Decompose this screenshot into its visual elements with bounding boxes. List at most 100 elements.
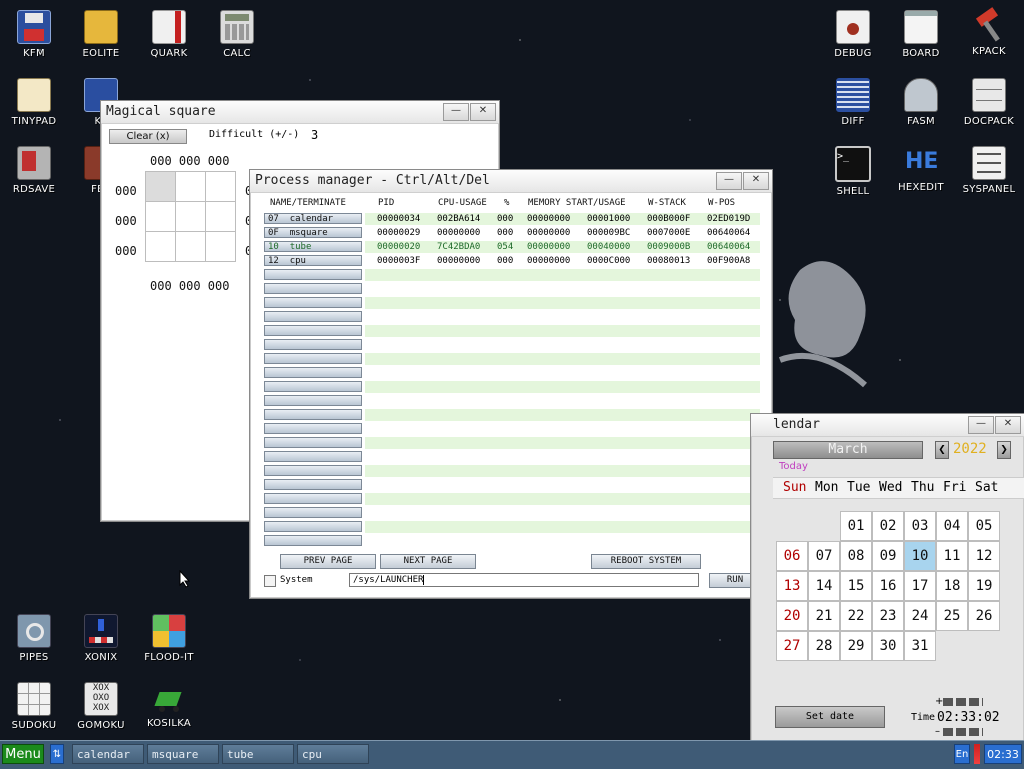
day-cell[interactable]: 08 xyxy=(840,541,872,571)
day-cell[interactable]: 06 xyxy=(776,541,808,571)
day-cell[interactable]: 25 xyxy=(936,601,968,631)
day-cell[interactable]: 26 xyxy=(968,601,1000,631)
close-button[interactable]: ✕ xyxy=(743,172,769,190)
prev-page-button[interactable]: PREV PAGE xyxy=(280,554,376,569)
empty-slot-button[interactable] xyxy=(264,493,362,504)
day-cell[interactable]: 05 xyxy=(968,511,1000,541)
day-cell[interactable]: 22 xyxy=(840,601,872,631)
xonix-icon[interactable]: XONIX xyxy=(69,614,133,663)
minimize-button[interactable]: — xyxy=(716,172,742,190)
empty-slot-button[interactable] xyxy=(264,465,362,476)
time-spinner-down[interactable] xyxy=(943,728,983,736)
day-cell[interactable]: 12 xyxy=(968,541,1000,571)
terminate-process-button[interactable]: 07 calendar xyxy=(264,213,362,224)
pipes-icon[interactable]: PIPES xyxy=(2,614,66,663)
empty-slot-button[interactable] xyxy=(264,325,362,336)
empty-slot-button[interactable] xyxy=(264,395,362,406)
grid-cell[interactable] xyxy=(175,171,206,202)
day-cell[interactable]: 13 xyxy=(776,571,808,601)
debug-icon[interactable]: DEBUG xyxy=(821,10,885,59)
time-down-button[interactable]: – xyxy=(935,726,940,737)
day-cell[interactable]: 19 xyxy=(968,571,1000,601)
grid-cell[interactable] xyxy=(205,231,236,262)
empty-slot-button[interactable] xyxy=(264,339,362,350)
day-cell[interactable]: 11 xyxy=(936,541,968,571)
clock[interactable]: 02:33 xyxy=(984,744,1022,764)
day-cell[interactable]: 29 xyxy=(840,631,872,661)
day-cell[interactable]: 27 xyxy=(776,631,808,661)
empty-slot-button[interactable] xyxy=(264,479,362,490)
month-select[interactable]: March xyxy=(773,441,923,459)
day-cell[interactable]: 28 xyxy=(808,631,840,661)
day-cell[interactable]: 03 xyxy=(904,511,936,541)
day-cell[interactable]: 14 xyxy=(808,571,840,601)
empty-slot-button[interactable] xyxy=(264,367,362,378)
grid-cell[interactable] xyxy=(145,231,176,262)
year-next-button[interactable]: ❯ xyxy=(997,441,1011,459)
grid-cell[interactable] xyxy=(175,201,206,232)
sudoku-icon[interactable]: SUDOKU xyxy=(2,682,66,731)
next-page-button[interactable]: NEXT PAGE xyxy=(380,554,476,569)
day-cell[interactable]: 17 xyxy=(904,571,936,601)
quark-icon[interactable]: QUARK xyxy=(137,10,201,59)
empty-slot-button[interactable] xyxy=(264,381,362,392)
empty-slot-button[interactable] xyxy=(264,437,362,448)
empty-slot-button[interactable] xyxy=(264,535,362,546)
magic-square-titlebar[interactable]: Magical square — ✕ xyxy=(101,101,499,124)
day-cell[interactable]: 15 xyxy=(840,571,872,601)
day-cell[interactable]: 31 xyxy=(904,631,936,661)
shell-icon[interactable]: >_ SHELL xyxy=(821,146,885,197)
empty-slot-button[interactable] xyxy=(264,297,362,308)
calendar-titlebar[interactable]: lendar — ✕ xyxy=(751,414,1024,437)
run-path-input[interactable]: /sys/LAUNCHER xyxy=(349,573,699,587)
task-msquare[interactable]: msquare xyxy=(147,744,219,764)
empty-slot-button[interactable] xyxy=(264,507,362,518)
terminate-process-button[interactable]: 0F msquare xyxy=(264,227,362,238)
grid-cell[interactable] xyxy=(145,171,176,202)
minimize-button[interactable]: — xyxy=(968,416,994,434)
empty-slot-button[interactable] xyxy=(264,521,362,532)
time-value[interactable]: 02:33:02 xyxy=(937,710,1000,725)
empty-slot-button[interactable] xyxy=(264,269,362,280)
set-date-button[interactable]: Set date xyxy=(775,706,885,728)
year-prev-button[interactable]: ❮ xyxy=(935,441,949,459)
calc-icon[interactable]: CALC xyxy=(205,10,269,59)
eolite-icon[interactable]: EOLITE xyxy=(69,10,133,59)
day-cell[interactable]: 09 xyxy=(872,541,904,571)
time-spinner-up[interactable] xyxy=(943,698,983,706)
tinypad-icon[interactable]: TINYPAD xyxy=(2,78,66,127)
language-indicator[interactable]: En xyxy=(954,744,970,764)
kpack-icon[interactable]: KPACK xyxy=(957,7,1021,57)
reboot-system-button[interactable]: REBOOT SYSTEM xyxy=(591,554,701,569)
diff-icon[interactable]: DIFF xyxy=(821,78,885,127)
terminate-process-button[interactable]: 10 tube xyxy=(264,241,362,252)
docpack-icon[interactable]: DOCPACK xyxy=(957,78,1021,127)
hexedit-icon[interactable]: HE HEXEDIT xyxy=(889,146,953,193)
task-tube[interactable]: tube xyxy=(222,744,294,764)
empty-slot-button[interactable] xyxy=(264,423,362,434)
clear-button[interactable]: Clear (x) xyxy=(109,129,187,144)
grid-cell[interactable] xyxy=(175,231,206,262)
grid-cell[interactable] xyxy=(145,201,176,232)
terminate-process-button[interactable]: 12 cpu xyxy=(264,255,362,266)
empty-slot-button[interactable] xyxy=(264,451,362,462)
today-link[interactable]: Today xyxy=(779,461,808,472)
task-calendar[interactable]: calendar xyxy=(72,744,144,764)
process-manager-titlebar[interactable]: Process manager - Ctrl/Alt/Del — ✕ xyxy=(250,170,772,193)
floodit-icon[interactable]: FLOOD-IT xyxy=(137,614,201,663)
day-cell[interactable]: 20 xyxy=(776,601,808,631)
rdsave-icon[interactable]: RDSAVE xyxy=(2,146,66,195)
grid-cell[interactable] xyxy=(205,171,236,202)
empty-slot-button[interactable] xyxy=(264,283,362,294)
minimize-button[interactable]: — xyxy=(443,103,469,121)
task-switch-button[interactable]: ⇅ xyxy=(50,744,64,764)
day-cell[interactable]: 04 xyxy=(936,511,968,541)
gomoku-icon[interactable]: XOX OXO XOX GOMOKU xyxy=(69,682,133,731)
task-cpu[interactable]: cpu xyxy=(297,744,369,764)
day-cell[interactable]: 24 xyxy=(904,601,936,631)
empty-slot-button[interactable] xyxy=(264,409,362,420)
day-cell[interactable]: 23 xyxy=(872,601,904,631)
day-cell[interactable]: 18 xyxy=(936,571,968,601)
close-button[interactable]: ✕ xyxy=(470,103,496,121)
day-cell[interactable]: 16 xyxy=(872,571,904,601)
